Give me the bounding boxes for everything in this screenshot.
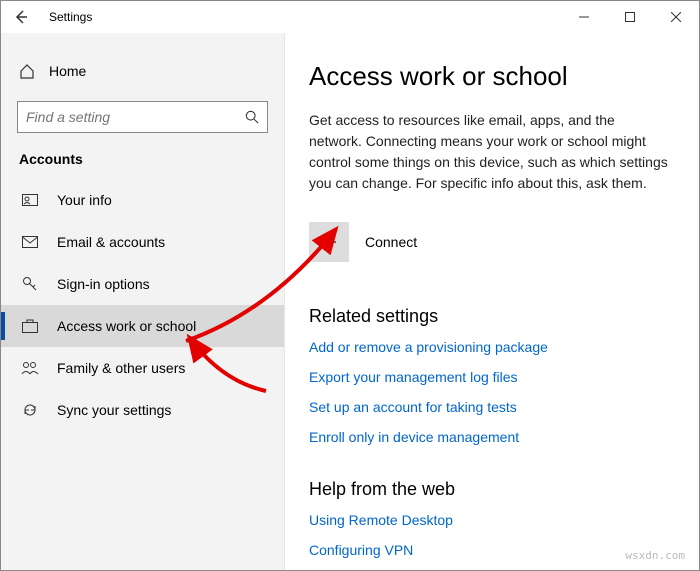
person-card-icon [21, 191, 39, 209]
nav-label: Sign-in options [57, 276, 150, 292]
search-icon [245, 110, 259, 124]
nav-label: Access work or school [57, 318, 196, 334]
maximize-button[interactable] [607, 1, 653, 33]
maximize-icon [625, 12, 635, 22]
sync-icon [21, 401, 39, 419]
page-heading: Access work or school [309, 61, 669, 92]
search-box[interactable] [17, 101, 268, 133]
main-content: Access work or school Get access to reso… [285, 33, 699, 570]
sidebar: Home Accounts Your info Email & accounts [1, 33, 285, 570]
link-test-account[interactable]: Set up an account for taking tests [309, 399, 669, 415]
home-icon [19, 63, 35, 79]
mail-icon [21, 233, 39, 251]
arrow-left-icon [13, 9, 29, 25]
link-remote-desktop[interactable]: Using Remote Desktop [309, 512, 669, 528]
link-export-logs[interactable]: Export your management log files [309, 369, 669, 385]
nav-label: Family & other users [57, 360, 185, 376]
nav-label: Your info [57, 192, 112, 208]
minimize-button[interactable] [561, 1, 607, 33]
related-links: Add or remove a provisioning package Exp… [309, 339, 669, 445]
people-icon [21, 359, 39, 377]
connect-row: Connect [309, 222, 669, 262]
nav-label: Email & accounts [57, 234, 165, 250]
help-links: Using Remote Desktop Configuring VPN [309, 512, 669, 558]
nav-family-users[interactable]: Family & other users [1, 347, 284, 389]
nav-sync-settings[interactable]: Sync your settings [1, 389, 284, 431]
help-heading: Help from the web [309, 479, 669, 500]
close-icon [671, 12, 681, 22]
link-enroll-mdm[interactable]: Enroll only in device management [309, 429, 669, 445]
nav-access-work-school[interactable]: Access work or school [1, 305, 284, 347]
nav-email-accounts[interactable]: Email & accounts [1, 221, 284, 263]
nav-label: Sync your settings [57, 402, 171, 418]
back-button[interactable] [1, 1, 41, 33]
section-header: Accounts [1, 151, 284, 179]
nav-your-info[interactable]: Your info [1, 179, 284, 221]
search-input[interactable] [18, 102, 233, 132]
link-configure-vpn[interactable]: Configuring VPN [309, 542, 669, 558]
close-button[interactable] [653, 1, 699, 33]
related-settings-heading: Related settings [309, 306, 669, 327]
key-icon [21, 275, 39, 293]
minimize-icon [579, 12, 589, 22]
connect-button[interactable] [309, 222, 349, 262]
page-description: Get access to resources like email, apps… [309, 110, 669, 194]
nav-signin-options[interactable]: Sign-in options [1, 263, 284, 305]
home-nav[interactable]: Home [1, 51, 284, 91]
home-label: Home [49, 63, 86, 79]
link-provisioning[interactable]: Add or remove a provisioning package [309, 339, 669, 355]
plus-icon [321, 234, 337, 250]
watermark: wsxdn.com [625, 549, 685, 562]
briefcase-icon [21, 317, 39, 335]
connect-label: Connect [365, 234, 417, 250]
title-bar: Settings [1, 1, 699, 33]
window-title: Settings [49, 10, 92, 24]
